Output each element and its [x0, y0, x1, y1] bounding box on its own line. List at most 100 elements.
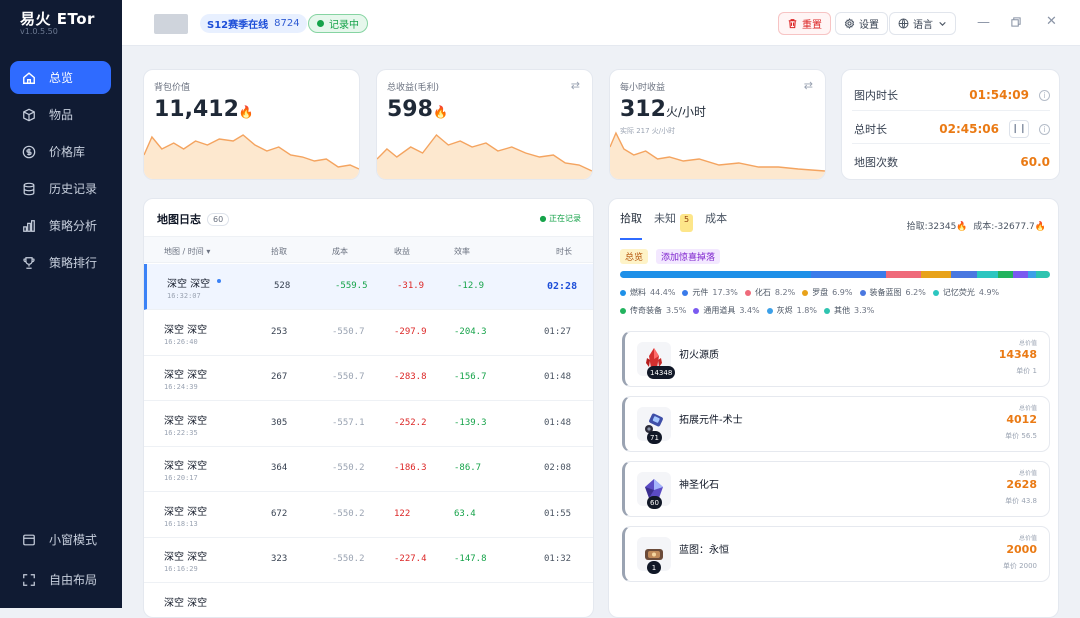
nav-item-strategy-rank[interactable]: 策略排行 — [10, 246, 111, 279]
item-total-value: 4012 — [1006, 413, 1037, 426]
table-row[interactable]: 深空 深空16:32:07528-559.5-31.9-12.902:28 — [144, 264, 594, 310]
table-row[interactable]: 深空 深空16:20:17364-550.2-186.3-86.702:08 — [144, 446, 594, 492]
nav-item-price-db[interactable]: 价格库 — [10, 135, 111, 168]
item-total-value: 2628 — [1006, 478, 1037, 491]
language-button[interactable]: 语言 — [889, 12, 956, 35]
row-efficiency: -12.9 — [457, 281, 484, 291]
avatar[interactable] — [154, 14, 188, 34]
legend-label: 罗盘 — [812, 287, 828, 298]
restore-icon[interactable] — [1010, 16, 1022, 32]
pause-icon[interactable]: ❙❙ — [1009, 120, 1029, 138]
legend-item: 元件17.3% — [682, 287, 737, 298]
log-count-badge: 60 — [207, 213, 229, 226]
loot-item-card[interactable]: 60神圣化石总价值2628单价 43.8 — [622, 461, 1050, 517]
legend-item: 化石8.2% — [745, 287, 795, 298]
map-log-title: 地图日志60 — [157, 211, 229, 227]
app-version: v1.0.5.50 — [20, 27, 58, 36]
nav-item-history[interactable]: 历史记录 — [10, 172, 111, 205]
legend-label: 传奇装备 — [630, 305, 662, 316]
header-cost[interactable]: 成本 — [332, 246, 348, 257]
header-duration[interactable]: 时长 — [556, 246, 572, 257]
legend-dot-icon — [745, 290, 751, 296]
table-row[interactable]: 深空 深空16:24:39267-550.7-283.8-156.701:48 — [144, 355, 594, 401]
tab-cost[interactable]: 成本 — [705, 210, 727, 240]
header-pick[interactable]: 拾取 — [271, 246, 287, 257]
header-label: 地图 / 时间 — [164, 247, 204, 256]
divider — [852, 110, 1050, 111]
tab-pickup[interactable]: 拾取 — [620, 210, 642, 240]
swap-icon[interactable]: ⇄ — [804, 79, 813, 92]
row-duration: 01:27 — [544, 327, 571, 337]
info-icon[interactable]: i — [1039, 124, 1050, 135]
nav-item-strategy-analysis[interactable]: 策略分析 — [10, 209, 111, 242]
item-total-value: 14348 — [999, 348, 1037, 361]
flame-icon: 🔥 — [239, 105, 254, 119]
header-map-time[interactable]: 地图 / 时间 ▾ — [164, 246, 210, 257]
card-value: 11,412🔥 — [154, 97, 254, 122]
nav-label: 自由布局 — [49, 571, 97, 588]
hourly-value: 312 — [620, 97, 666, 122]
unit-label: 单价 — [1005, 432, 1019, 440]
item-total-label: 总价值 — [1019, 533, 1037, 542]
unit-value: 1 — [1033, 367, 1037, 375]
tab-unknown[interactable]: 未知5 — [654, 210, 693, 240]
nav-item-free-layout[interactable]: 自由布局 — [10, 563, 111, 596]
hourly-profit-card: 每小时收益 ⇄ 312火/小时 实际 217 火/小时 — [609, 69, 826, 180]
table-row[interactable]: 深空 深空16:22:35305-557.1-252.2-139.301:48 — [144, 401, 594, 447]
nav-item-overview[interactable]: 总览 — [10, 61, 111, 94]
row-efficiency: 63.4 — [454, 509, 476, 519]
info-icon[interactable]: i — [1039, 90, 1050, 101]
map-log-panel: 地图日志60 ● 正在记录 地图 / 时间 ▾ 拾取 成本 收益 效率 时长 深… — [143, 198, 594, 618]
legend-dot-icon — [682, 290, 688, 296]
category-legend: 燃料44.4%元件17.3%化石8.2%罗盘6.9%装备蓝图6.2%记忆荧光4.… — [620, 287, 1050, 323]
expand-icon — [21, 572, 37, 588]
row-cost: -559.5 — [335, 281, 368, 291]
loot-item-card[interactable]: 14348初火源质总价值14348单价 1 — [622, 331, 1050, 387]
nav-item-items[interactable]: 物品 — [10, 98, 111, 131]
legend-dot-icon — [824, 308, 830, 314]
row-map-name: 深空 深空 — [167, 275, 210, 290]
table-row[interactable]: 深空 深空 — [144, 583, 594, 618]
loot-panel: 拾取 未知5 成本 拾取:32345🔥 成本:-32677.7🔥 总览 添加惊喜… — [608, 198, 1059, 618]
row-duration: 01:32 — [544, 554, 571, 564]
table-row[interactable]: 深空 深空16:26:40253-550.7-297.9-204.301:27 — [144, 310, 594, 356]
loot-item-card[interactable]: 1蓝图：永恒总价值2000单价 2000 — [622, 526, 1050, 582]
gear-icon — [844, 18, 855, 29]
row-time: 16:26:40 — [164, 338, 198, 346]
profit-value: 598 — [387, 97, 433, 122]
reset-label: 重置 — [802, 16, 822, 31]
recording-status[interactable]: 记录中 — [308, 14, 368, 33]
row-profit: -227.4 — [394, 554, 427, 564]
loot-item-card[interactable]: 71拓展元件-术士总价值4012单价 56.5 — [622, 396, 1050, 452]
bag-value-sparkline — [144, 127, 359, 179]
bag-value: 11,412 — [154, 97, 239, 122]
category-segment — [620, 271, 811, 278]
minimize-icon[interactable]: — — [977, 15, 990, 30]
header-efficiency[interactable]: 效率 — [454, 246, 470, 257]
legend-pct: 6.9% — [832, 288, 852, 297]
flame-icon: 🔥 — [433, 105, 448, 119]
unit-value: 2000 — [1019, 562, 1037, 570]
profit-sparkline — [377, 127, 592, 179]
map-time-row: 图内时长01:54:09i — [854, 87, 1050, 103]
loot-summary: 拾取:32345🔥 成本:-32677.7🔥 — [907, 219, 1046, 232]
nav-item-mini-window[interactable]: 小窗模式 — [10, 523, 111, 556]
chip-add-surprise-drop[interactable]: 添加惊喜掉落 — [656, 249, 720, 264]
chevron-down-icon — [938, 19, 947, 28]
card-title: 背包价值 — [154, 80, 190, 93]
header-profit[interactable]: 收益 — [394, 246, 410, 257]
table-row[interactable]: 深空 深空16:16:29323-550.2-227.4-147.801:32 — [144, 537, 594, 583]
close-icon[interactable]: ✕ — [1046, 14, 1057, 29]
row-cost: -550.2 — [332, 554, 365, 564]
settings-button[interactable]: 设置 — [835, 12, 888, 35]
reset-button[interactable]: 重置 — [778, 12, 831, 35]
hourly-sparkline — [610, 127, 825, 179]
app-title: 易火 ETor — [20, 8, 95, 29]
chip-overview[interactable]: 总览 — [620, 249, 648, 264]
legend-item: 罗盘 6.9% — [802, 287, 852, 298]
table-row[interactable]: 深空 深空16:18:13672-550.212263.401:55 — [144, 492, 594, 538]
legend-item: 装备蓝图6.2% — [860, 287, 926, 298]
category-segment — [951, 271, 978, 278]
row-map-name: 深空 深空 — [164, 457, 207, 472]
swap-icon[interactable]: ⇄ — [571, 79, 580, 92]
